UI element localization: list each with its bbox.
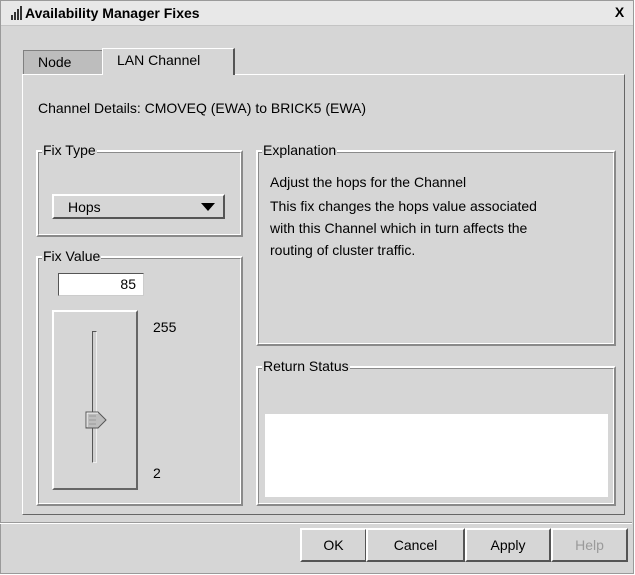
explanation-line-1: This fix changes the hops value associat…	[270, 198, 537, 214]
explanation-line-3: routing of cluster traffic.	[270, 242, 416, 258]
availability-manager-icon	[10, 6, 24, 20]
return-status-area	[265, 414, 608, 497]
tab-lan-channel[interactable]: LAN Channel	[102, 48, 235, 75]
explanation-label: Explanation	[262, 142, 338, 158]
fix-value-slider-track[interactable]	[92, 331, 97, 463]
chevron-down-icon	[201, 203, 215, 211]
apply-button[interactable]: Apply	[465, 528, 551, 562]
cancel-button[interactable]: Cancel	[366, 528, 465, 562]
explanation-summary: Adjust the hops for the Channel	[270, 174, 467, 190]
close-icon[interactable]: X	[612, 5, 627, 20]
title-bar[interactable]: Availability Manager Fixes X	[1, 1, 633, 26]
fix-type-selected: Hops	[68, 199, 101, 215]
help-button[interactable]: Help	[551, 528, 628, 562]
fix-type-dropdown[interactable]: Hops	[52, 194, 225, 219]
button-separator	[0, 522, 632, 524]
slider-thumb[interactable]	[85, 411, 107, 429]
fix-type-label: Fix Type	[42, 142, 97, 158]
fix-value-label: Fix Value	[42, 248, 102, 264]
slider-max-label: 255	[153, 319, 177, 335]
channel-details: Channel Details: CMOVEQ (EWA) to BRICK5 …	[38, 100, 367, 116]
ok-button[interactable]: OK	[300, 528, 367, 562]
explanation-line-2: with this Channel which in turn affects …	[270, 220, 528, 236]
fix-value-input[interactable]: 85	[58, 273, 144, 296]
tab-node[interactable]: Node	[23, 50, 105, 74]
window-title: Availability Manager Fixes	[25, 5, 200, 21]
return-status-label: Return Status	[262, 358, 350, 374]
slider-min-label: 2	[153, 465, 161, 481]
